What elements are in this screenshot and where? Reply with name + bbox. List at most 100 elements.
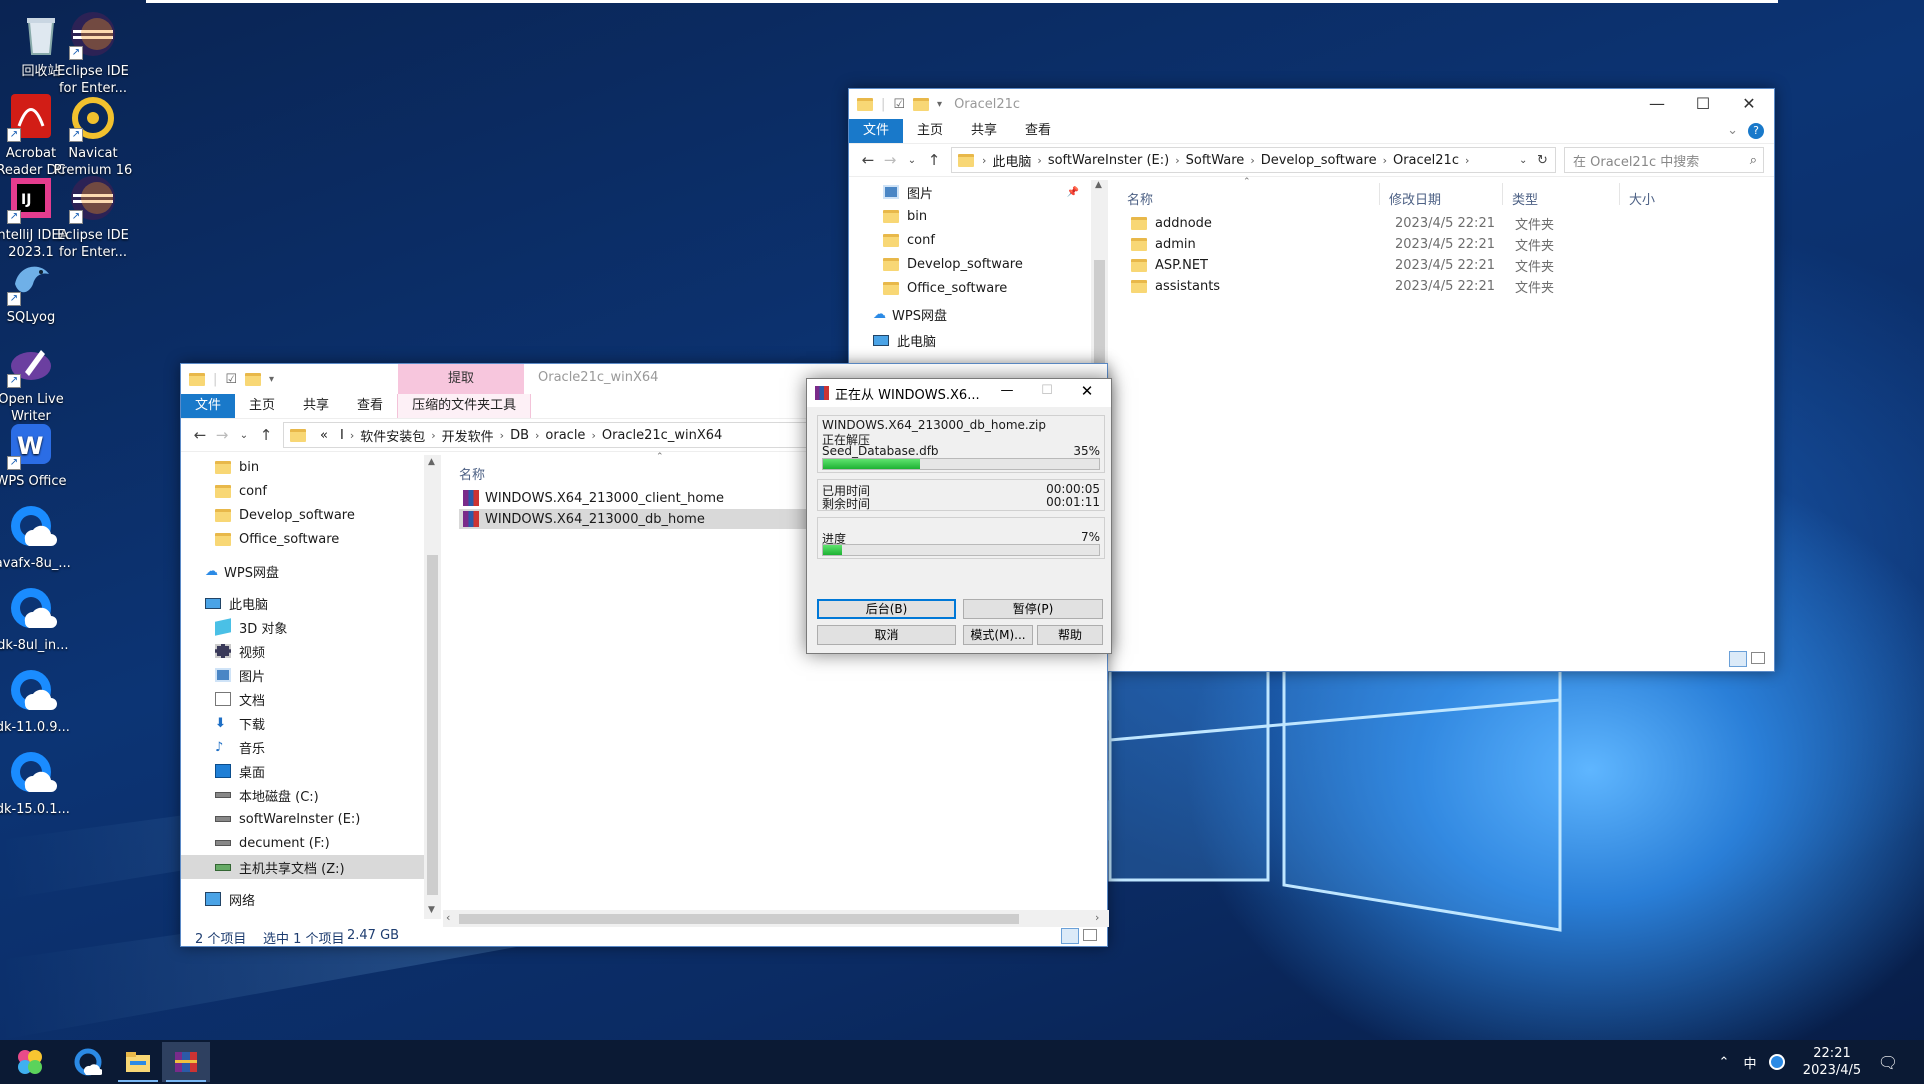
back-button[interactable]: ← (857, 151, 879, 169)
breadcrumb-item[interactable]: SoftWare (1186, 153, 1245, 168)
nav-item-network[interactable]: 网络 (181, 887, 424, 911)
properties-icon[interactable]: ☑ (225, 372, 237, 387)
file-row[interactable]: addnode 2023/4/5 22:21 文件夹 (1131, 213, 1731, 233)
nav-item-wps-cloud[interactable]: ☁ WPS网盘 (857, 302, 1087, 326)
tray-overflow-icon[interactable]: ⌃ (1712, 1040, 1736, 1084)
up-button[interactable]: ↑ (923, 151, 945, 169)
scroll-up-icon[interactable]: ▲ (428, 457, 435, 467)
help-icon[interactable]: ? (1748, 123, 1764, 139)
nav-item-conf[interactable]: conf (857, 228, 1087, 252)
maximize-button[interactable]: ☐ (1029, 383, 1065, 398)
breadcrumb-item[interactable]: I (340, 428, 344, 443)
column-header-name[interactable]: 名称 (459, 464, 485, 483)
pause-button[interactable]: 暂停(P) (963, 599, 1103, 619)
breadcrumb-item[interactable]: DB (510, 428, 529, 443)
scrollbar-thumb[interactable] (459, 914, 1019, 924)
breadcrumb-overflow[interactable]: « (320, 428, 328, 443)
tab-share[interactable]: 共享 (957, 119, 1011, 143)
desktop-icon-sqlyog[interactable]: ↗ SQLyog (0, 254, 72, 326)
desktop-icon-navicat[interactable]: ↗ Navicat Premium 16 (52, 90, 134, 179)
desktop-icon-jdk15[interactable]: jdk-15.0.1... (0, 746, 72, 818)
background-button[interactable]: 后台(B) (817, 599, 956, 619)
back-button[interactable]: ← (189, 426, 211, 444)
up-button[interactable]: ↑ (255, 426, 277, 444)
maximize-button[interactable]: ☐ (1680, 89, 1726, 119)
help-button[interactable]: 帮助 (1037, 625, 1103, 645)
large-icons-view-icon[interactable] (1751, 652, 1765, 664)
qat-dropdown-icon[interactable]: ▾ (937, 99, 942, 110)
nav-item[interactable]: conf (181, 479, 424, 503)
nav-item-downloads[interactable]: ⬇ 下载 (181, 711, 424, 735)
cancel-button[interactable]: 取消 (817, 625, 956, 645)
minimize-button[interactable]: — (989, 383, 1025, 398)
column-header-size[interactable]: 大小 (1629, 189, 1655, 208)
nav-item-disk-e[interactable]: softWareInster (E:) (181, 807, 424, 831)
file-row[interactable]: WINDOWS.X64_213000_client_home (459, 488, 859, 508)
breadcrumb-item[interactable]: softWareInster (E:) (1048, 153, 1169, 168)
tab-file[interactable]: 文件 (849, 119, 904, 143)
ribbon-expand-icon[interactable]: ⌄ (1727, 119, 1738, 143)
ime-indicator[interactable]: 中 (1738, 1040, 1762, 1084)
nav-item-desktop[interactable]: 桌面 (181, 759, 424, 783)
horizontal-scrollbar[interactable]: ‹ › (443, 910, 1109, 927)
address-dropdown-icon[interactable]: ⌄ (1519, 155, 1537, 166)
search-input[interactable]: 在 Oracel21c 中搜索 ⌕ (1564, 147, 1764, 173)
file-row[interactable]: admin 2023/4/5 22:21 文件夹 (1131, 234, 1731, 254)
nav-item-disk-c[interactable]: 本地磁盘 (C:) (181, 783, 424, 807)
nav-item-develop-software[interactable]: Develop_software (857, 252, 1087, 276)
dialog-title-bar[interactable]: 正在从 WINDOWS.X6... — ☐ ✕ (807, 379, 1111, 407)
desktop-icon-javafx[interactable]: javafx-8u_... (0, 500, 72, 572)
new-folder-icon[interactable] (245, 372, 262, 386)
large-icons-view-icon[interactable] (1083, 929, 1097, 941)
scrollbar-thumb[interactable] (427, 555, 438, 895)
nav-item[interactable]: bin (181, 455, 424, 479)
nav-item-this-pc[interactable]: 此电脑 (857, 328, 1087, 352)
details-view-icon[interactable] (1061, 928, 1079, 944)
column-header-type[interactable]: 类型 (1512, 189, 1538, 208)
nav-item-music[interactable]: ♪ 音乐 (181, 735, 424, 759)
desktop-icon-jdk8[interactable]: jdk-8ul_in... (0, 582, 72, 654)
nav-item-pictures[interactable]: 图片 📌 (857, 180, 1087, 204)
clock[interactable]: 22:21 2023/4/5 (1800, 1040, 1864, 1084)
recent-dropdown-icon[interactable]: ⌄ (901, 155, 923, 166)
taskbar-browser[interactable] (64, 1042, 112, 1082)
nav-item-documents[interactable]: 文档 (181, 687, 424, 711)
nav-item-disk-f[interactable]: decument (F:) (181, 831, 424, 855)
breadcrumb-item[interactable]: oracle (545, 428, 585, 443)
tab-file[interactable]: 文件 (181, 394, 236, 418)
scroll-down-icon[interactable]: ▼ (428, 905, 435, 915)
breadcrumb[interactable]: › 此电脑 › softWareInster (E:) › SoftWare › De… (951, 147, 1556, 173)
desktop-icon-wps[interactable]: W ↗ WPS Office (0, 418, 72, 490)
close-button[interactable]: ✕ (1726, 89, 1772, 119)
tray-app-icon[interactable] (1764, 1040, 1790, 1084)
tab-home[interactable]: 主页 (903, 119, 957, 143)
column-header-name[interactable]: 名称 (1127, 189, 1153, 208)
forward-button[interactable]: → (211, 426, 233, 444)
tab-view[interactable]: 查看 (1011, 119, 1065, 143)
nav-item-bin[interactable]: bin (857, 204, 1087, 228)
column-header-date[interactable]: 修改日期 (1389, 189, 1441, 208)
file-row[interactable]: assistants 2023/4/5 22:21 文件夹 (1131, 276, 1731, 296)
tab-view[interactable]: 查看 (343, 394, 397, 418)
scroll-right-icon[interactable]: › (1095, 911, 1099, 924)
tab-home[interactable]: 主页 (235, 394, 289, 418)
notification-center-icon[interactable]: 🗨 (1870, 1040, 1906, 1084)
title-bar[interactable]: | ☑ ▾ Oracel21c — ☐ ✕ (849, 89, 1774, 119)
start-button[interactable] (6, 1042, 54, 1082)
tab-compressed-folder-tools[interactable]: 压缩的文件夹工具 (397, 394, 532, 418)
breadcrumb-item[interactable]: Develop_software (1261, 153, 1377, 168)
desktop-icon-open-live-writer[interactable]: ↗ Open Live Writer (0, 336, 72, 425)
context-tab-extract[interactable]: 提取 (398, 364, 524, 394)
file-row[interactable]: ASP.NET 2023/4/5 22:21 文件夹 (1131, 255, 1731, 275)
nav-item-share-z[interactable]: 主机共享文档 (Z:) (181, 855, 424, 879)
breadcrumb-item[interactable]: 软件安装包 (360, 426, 425, 445)
minimize-button[interactable]: — (1634, 89, 1680, 119)
taskbar-winrar[interactable] (162, 1042, 210, 1082)
nav-item-office-software[interactable]: Office_software (857, 276, 1087, 300)
tab-share[interactable]: 共享 (289, 394, 343, 418)
scroll-left-icon[interactable]: ‹ (446, 911, 450, 924)
nav-item-3d-objects[interactable]: 3D 对象 (181, 615, 424, 639)
qat-dropdown-icon[interactable]: ▾ (269, 374, 274, 385)
nav-scrollbar[interactable]: ▲ (1091, 180, 1108, 390)
nav-item[interactable]: Office_software (181, 527, 424, 551)
